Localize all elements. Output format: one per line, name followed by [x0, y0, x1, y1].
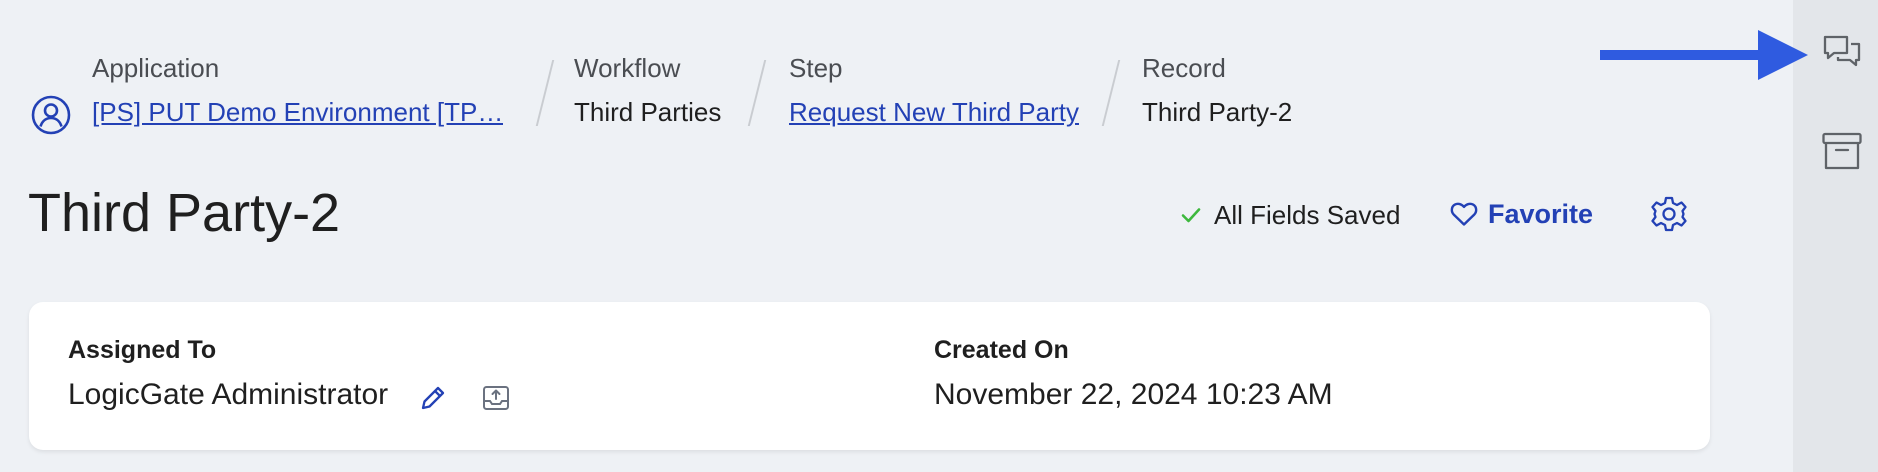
breadcrumb-separator [535, 60, 555, 126]
breadcrumb-step: Step Request New Third Party [789, 52, 1079, 128]
breadcrumb: Application [PS] PUT Demo Environment [T… [30, 52, 1430, 135]
breadcrumb-application: Application [PS] PUT Demo Environment [T… [92, 52, 503, 128]
created-on-value: November 22, 2024 10:23 AM [934, 378, 1333, 411]
assigned-to-label: Assigned To [68, 336, 217, 364]
workflow-value: Third Parties [574, 97, 722, 127]
pencil-icon[interactable] [417, 382, 449, 414]
heart-icon [1450, 202, 1478, 226]
record-label: Record [1142, 53, 1226, 83]
record-details-card: Assigned To LogicGate Administrator Crea… [29, 302, 1710, 450]
application-label: Application [92, 53, 220, 83]
assigned-to-value: LogicGate Administrator [68, 378, 389, 411]
workflow-label: Workflow [574, 53, 681, 83]
gear-icon[interactable] [1650, 195, 1688, 233]
created-on-label: Created On [934, 336, 1069, 364]
step-label: Step [789, 53, 843, 83]
upload-tray-icon[interactable] [480, 382, 512, 414]
user-circle-icon [31, 95, 71, 135]
application-link[interactable]: [PS] PUT Demo Environment [TP… [92, 96, 503, 128]
favorite-label: Favorite [1488, 198, 1594, 229]
page: Application [PS] PUT Demo Environment [T… [0, 0, 1878, 472]
breadcrumb-separator [747, 60, 767, 126]
comments-icon [1823, 35, 1861, 67]
comments-button[interactable] [1820, 31, 1864, 75]
annotation-arrow [1600, 30, 1808, 80]
archive-button[interactable] [1820, 130, 1864, 174]
page-title: Third Party-2 [28, 183, 341, 243]
step-link[interactable]: Request New Third Party [789, 96, 1079, 128]
archive-icon [1822, 132, 1862, 170]
save-status: All Fields Saved [1180, 198, 1400, 232]
favorite-button[interactable]: Favorite [1450, 196, 1593, 232]
record-value: Third Party-2 [1142, 97, 1293, 127]
checkmark-icon [1181, 208, 1201, 223]
breadcrumb-workflow: Workflow Third Parties [574, 52, 721, 128]
breadcrumb-separator [1101, 60, 1121, 126]
save-status-text: All Fields Saved [1214, 199, 1401, 230]
breadcrumb-record: Record Third Party-2 [1142, 52, 1292, 128]
